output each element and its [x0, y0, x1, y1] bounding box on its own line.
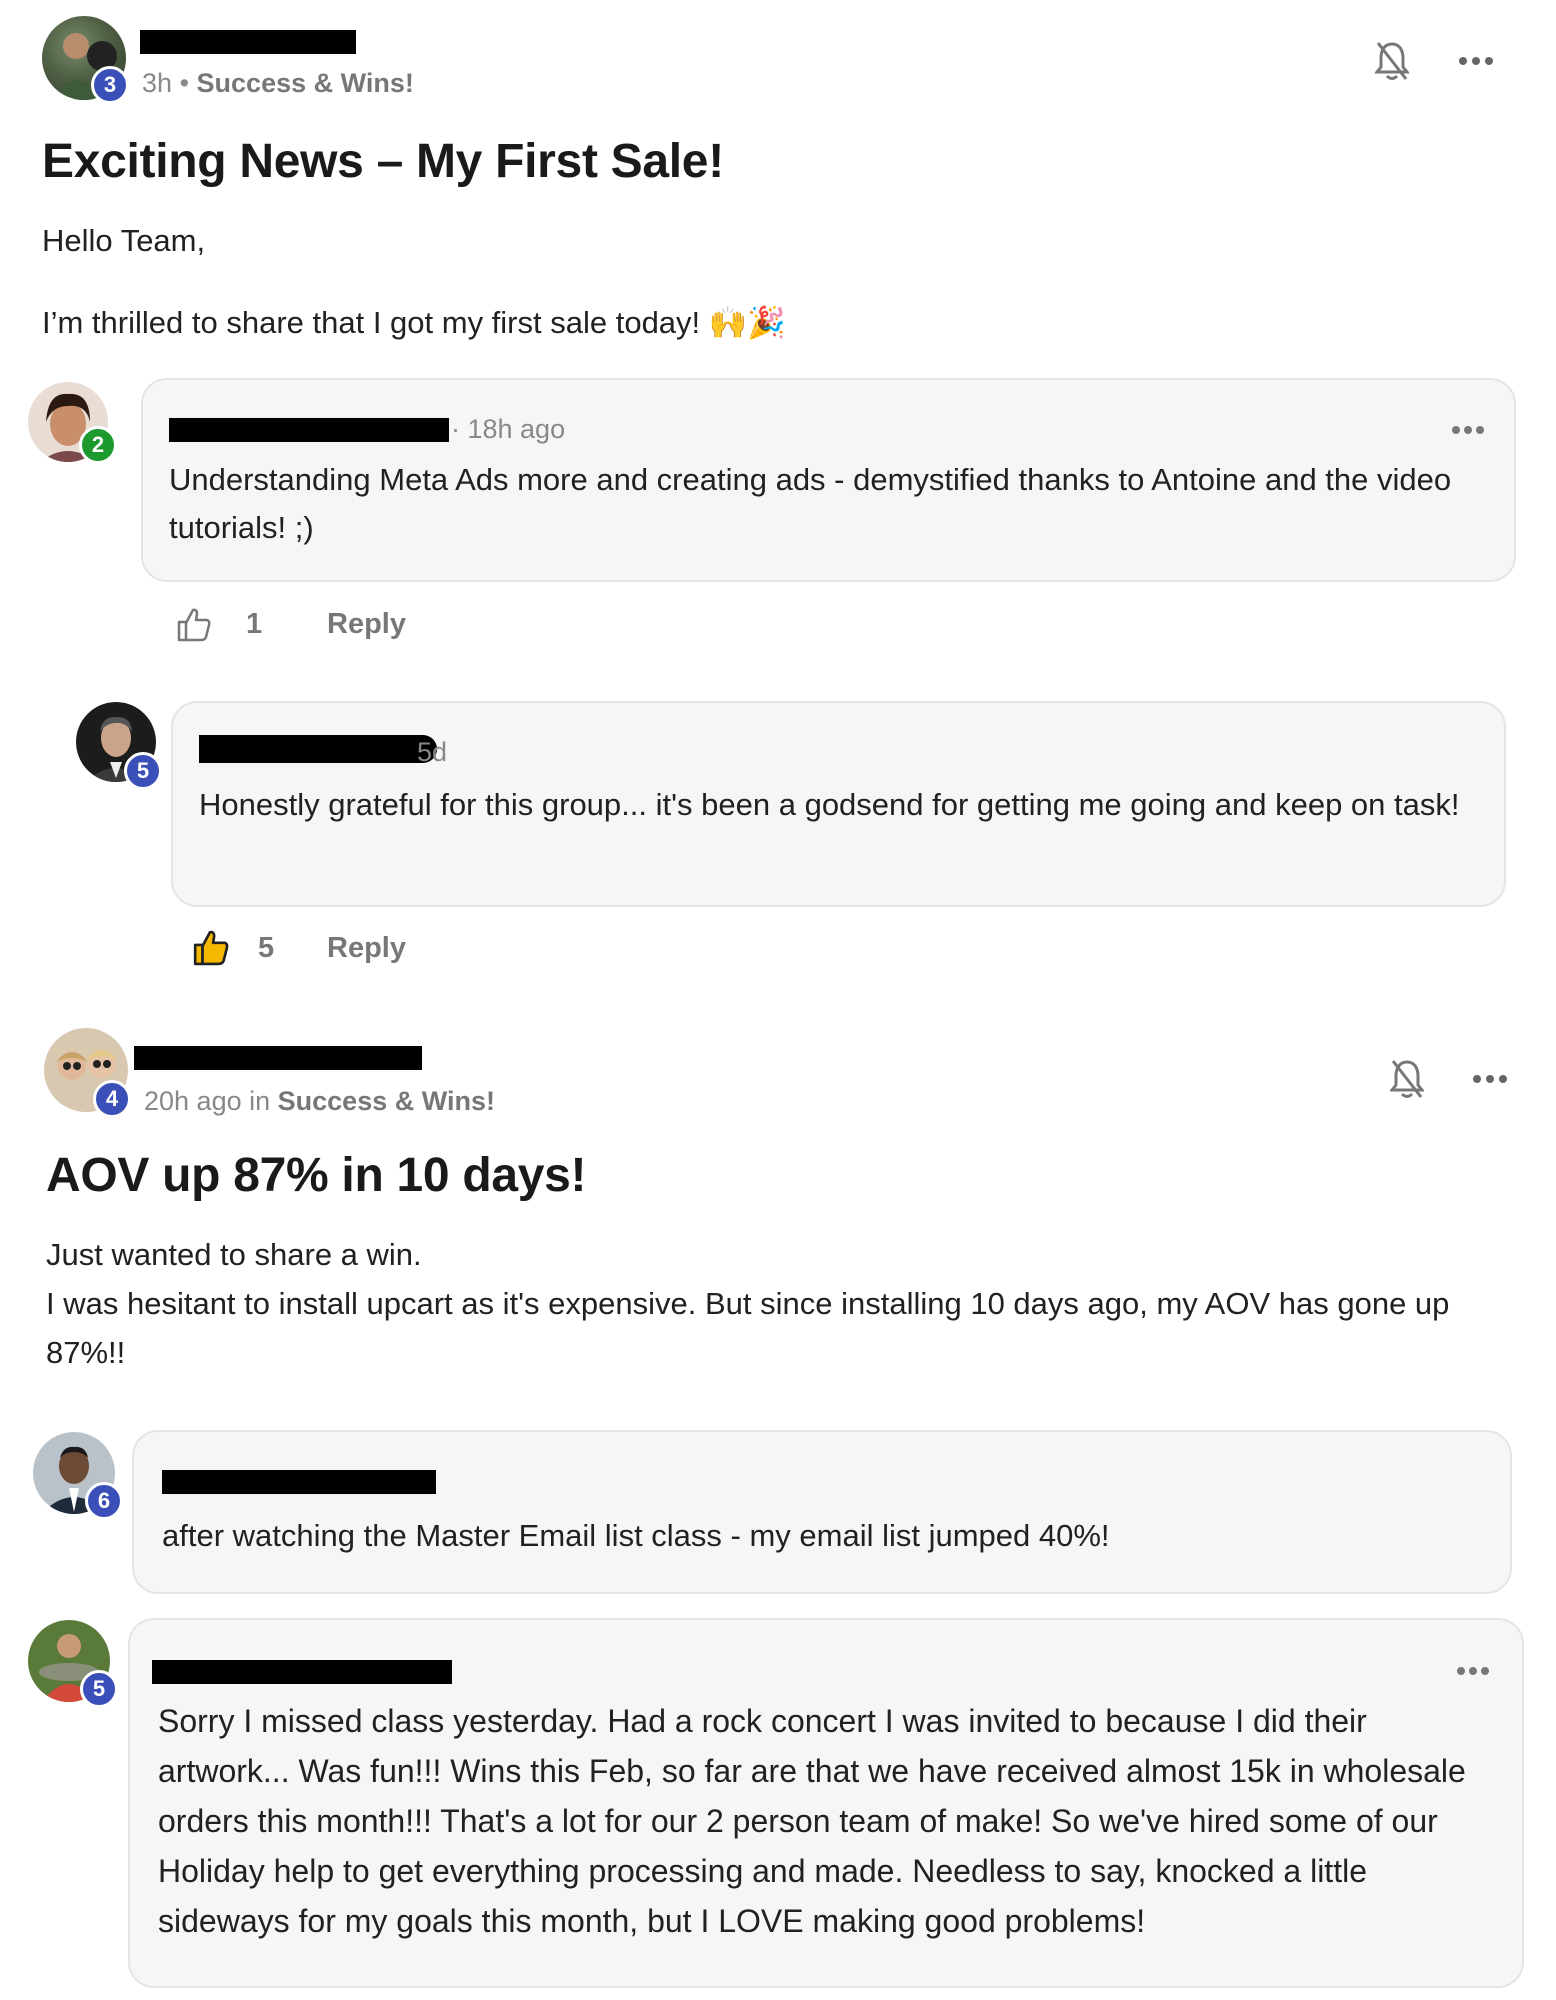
- comment-text: Honestly grateful for this group... it's…: [199, 787, 1460, 822]
- redacted-commenter-name: [162, 1470, 436, 1494]
- post-category-link[interactable]: Success & Wins!: [197, 68, 414, 98]
- commenter-avatar[interactable]: 6: [33, 1432, 123, 1520]
- comment-time: · 18h ago: [451, 414, 566, 444]
- commenter-avatar[interactable]: 2: [28, 382, 117, 464]
- thumbs-up-icon[interactable]: [192, 928, 230, 966]
- bell-off-icon[interactable]: [1390, 1058, 1424, 1100]
- more-options-icon[interactable]: [1472, 1074, 1508, 1084]
- level-badge: 4: [93, 1080, 131, 1118]
- comment-text: Understanding Meta Ads more and creating…: [169, 462, 1452, 545]
- post-greeting: Hello Team,: [42, 223, 206, 258]
- like-count: 1: [246, 608, 263, 640]
- redacted-author-name: [140, 30, 356, 54]
- reply-button[interactable]: Reply: [327, 932, 406, 965]
- level-badge: 2: [79, 426, 117, 464]
- more-options-icon[interactable]: [1456, 1666, 1490, 1676]
- commenter-avatar[interactable]: 5: [76, 702, 162, 790]
- comment-card: 5d Honestly grateful for this group... i…: [171, 701, 1506, 907]
- meta-separator: •: [179, 68, 190, 98]
- comment-card: · 18h ago Understanding Meta Ads more an…: [141, 378, 1516, 582]
- author-avatar[interactable]: 3: [42, 16, 129, 104]
- post-body: I’m thrilled to share that I got my firs…: [42, 305, 786, 340]
- post-meta: 20h ago in Success & Wins!: [144, 1086, 495, 1117]
- post-body-line: Just wanted to share a win.: [46, 1237, 422, 1272]
- comment-card: after watching the Master Email list cla…: [132, 1430, 1512, 1594]
- comment-card: Sorry I missed class yesterday. Had a ro…: [128, 1618, 1524, 1988]
- redacted-author-name: [134, 1046, 422, 1070]
- redacted-commenter-name: [199, 735, 437, 763]
- like-count: 5: [258, 932, 275, 964]
- reply-button[interactable]: Reply: [327, 608, 406, 641]
- post-title[interactable]: AOV up 87% in 10 days!: [46, 1148, 587, 1203]
- bell-off-icon[interactable]: [1375, 40, 1409, 82]
- comment-text: Sorry I missed class yesterday. Had a ro…: [158, 1703, 1466, 1939]
- thumbs-up-icon[interactable]: [176, 606, 212, 642]
- more-options-icon[interactable]: [1458, 56, 1494, 66]
- comment-time: 5d: [417, 737, 448, 767]
- post-meta: 3h • Success & Wins!: [142, 68, 414, 99]
- post-body-line: I was hesitant to install upcart as it's…: [46, 1286, 1450, 1370]
- more-options-icon[interactable]: [1451, 425, 1485, 435]
- post-title[interactable]: Exciting News – My First Sale!: [42, 134, 724, 189]
- redacted-commenter-name: [169, 418, 449, 442]
- level-badge: 6: [85, 1482, 123, 1520]
- comment-text: after watching the Master Email list cla…: [162, 1518, 1110, 1553]
- redacted-commenter-name: [152, 1660, 452, 1684]
- post-time: 3h: [142, 68, 173, 98]
- level-badge: 3: [91, 66, 129, 104]
- post-time: 20h ago in: [144, 1086, 271, 1116]
- author-avatar[interactable]: 4: [44, 1028, 131, 1118]
- level-badge: 5: [124, 752, 162, 790]
- post-category-link[interactable]: Success & Wins!: [278, 1086, 495, 1116]
- level-badge: 5: [80, 1670, 118, 1708]
- commenter-avatar[interactable]: 5: [28, 1620, 118, 1708]
